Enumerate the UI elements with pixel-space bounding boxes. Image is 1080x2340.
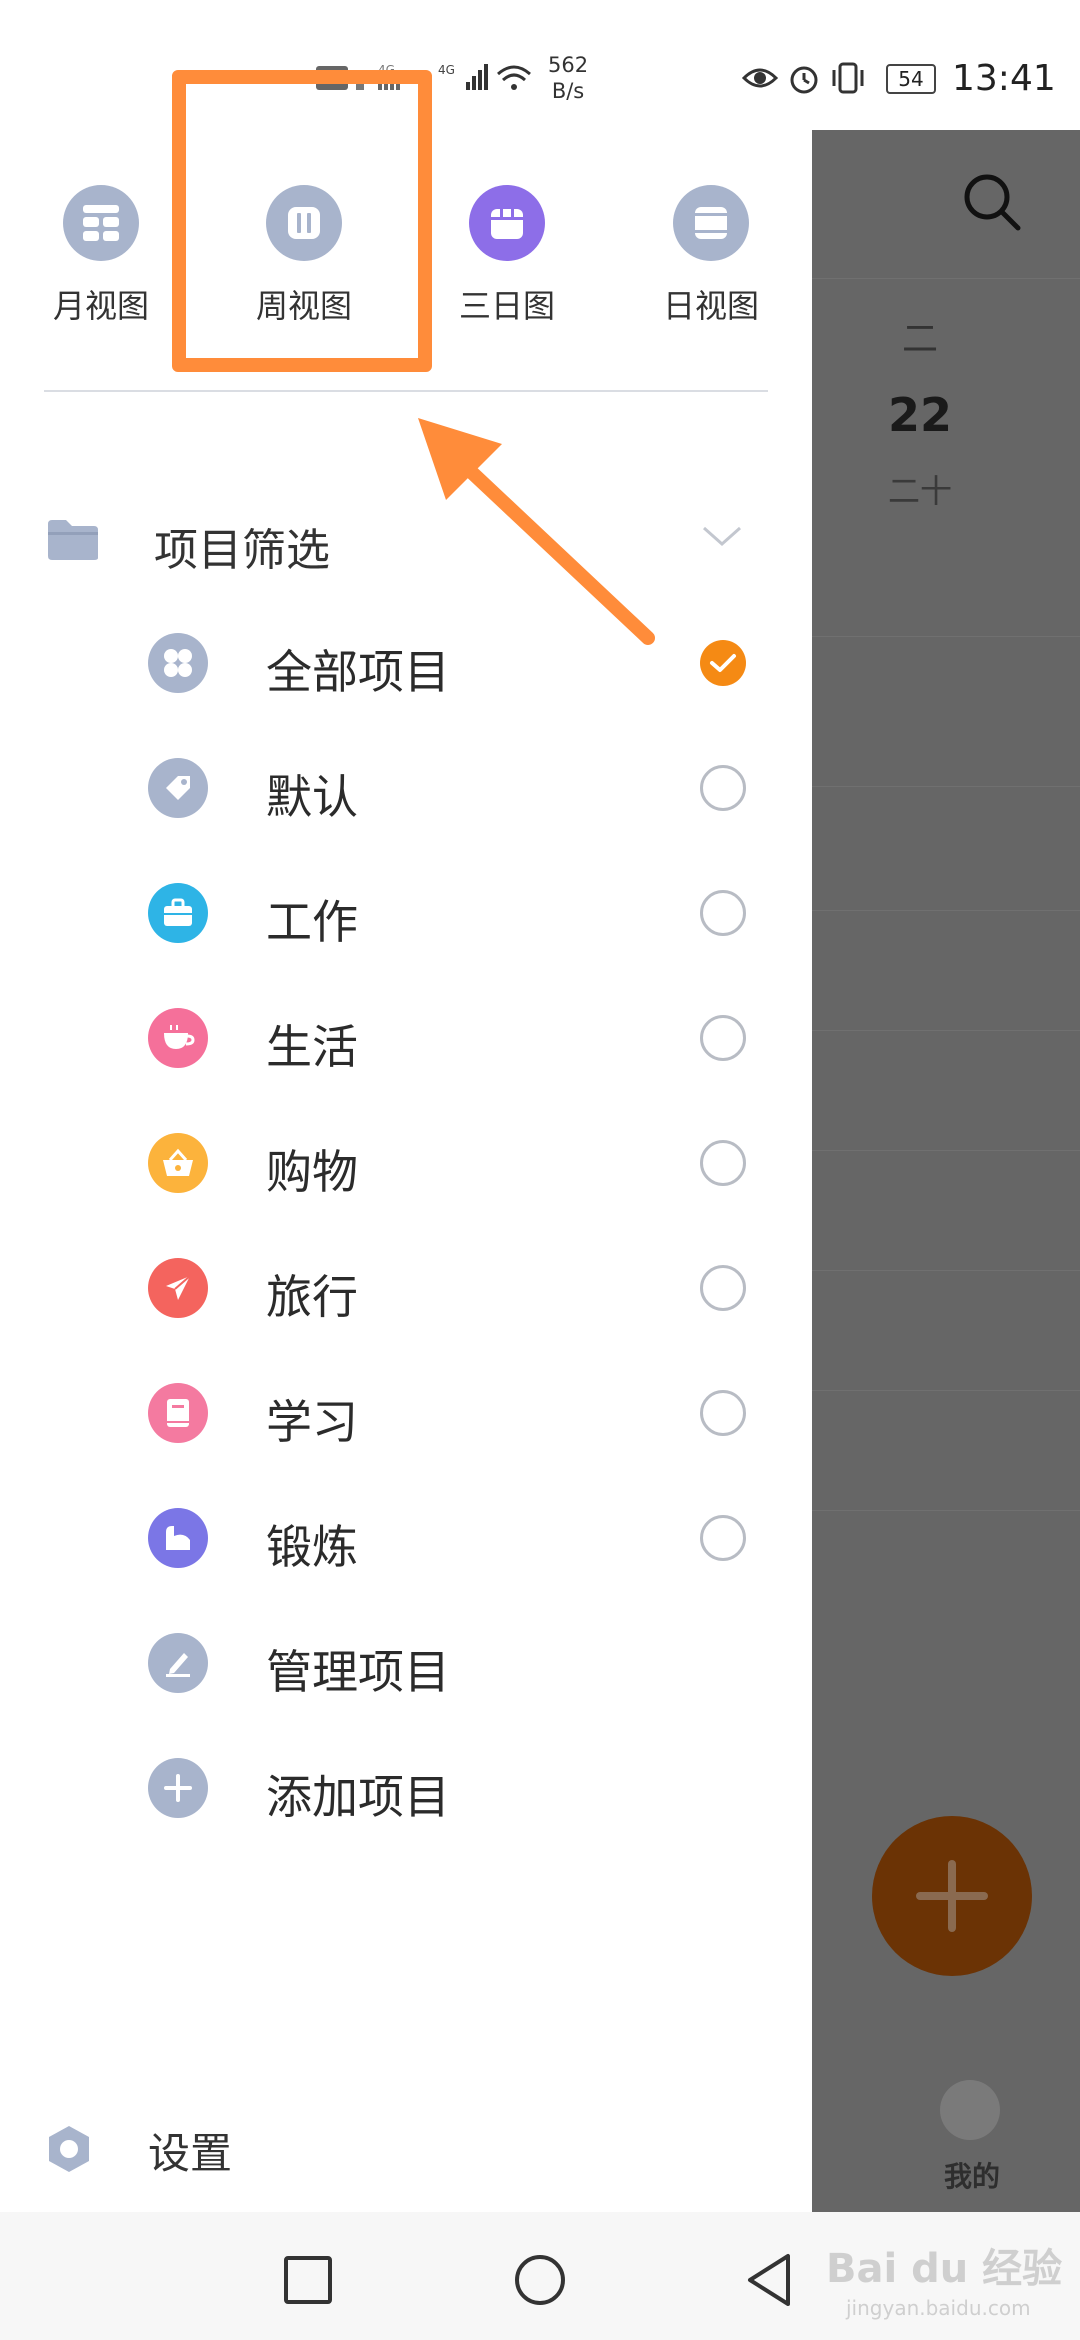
calendar-row-divider <box>812 1390 1080 1391</box>
calendar-row-divider <box>812 1150 1080 1151</box>
list-item-label: 工作 <box>266 895 358 949</box>
network-speed: 562 B/s <box>548 53 589 103</box>
list-item-label: 默认 <box>266 770 358 824</box>
tab-three-day-view-label: 三日图 <box>458 287 555 325</box>
back-icon[interactable] <box>742 2250 802 2310</box>
radio-unchecked[interactable] <box>700 1140 746 1186</box>
settings-button[interactable]: 设置 <box>44 2114 444 2184</box>
calendar-row-divider <box>812 1030 1080 1031</box>
add-event-button[interactable] <box>872 1816 1032 1976</box>
three-day-calendar-icon <box>469 185 545 261</box>
airplane-icon <box>148 1258 208 1318</box>
briefcase-icon <box>148 883 208 943</box>
radio-unchecked[interactable] <box>700 1515 746 1561</box>
radio-unchecked[interactable] <box>700 1015 746 1061</box>
tag-icon <box>148 758 208 818</box>
list-item-label: 旅行 <box>266 1270 358 1324</box>
tab-mine[interactable]: 我的 <box>912 2155 1032 2195</box>
muscle-arm-icon <box>148 1508 208 1568</box>
edit-pencil-icon <box>148 1633 208 1693</box>
eye-icon <box>742 68 779 88</box>
gear-icon <box>49 2126 89 2172</box>
radio-unchecked[interactable] <box>700 1265 746 1311</box>
avatar[interactable] <box>940 2080 1000 2140</box>
manage-projects-label: 管理项目 <box>266 1645 450 1699</box>
list-item-label: 购物 <box>266 1145 358 1199</box>
plus-icon <box>916 1860 988 1932</box>
coffee-cup-icon <box>148 1008 208 1068</box>
add-project-label: 添加项目 <box>266 1770 450 1824</box>
svg-text:4G: 4G <box>438 63 455 77</box>
home-icon[interactable] <box>510 2250 570 2310</box>
radio-unchecked[interactable] <box>700 890 746 936</box>
manage-projects-button[interactable]: 管理项目 <box>148 1628 748 1699</box>
day-view-icon <box>673 185 749 261</box>
day-number: 22 <box>887 388 952 442</box>
radio-unchecked[interactable] <box>700 1390 746 1436</box>
calendar-row-divider <box>812 636 1080 637</box>
list-item-label: 学习 <box>266 1395 358 1449</box>
annotation-arrow <box>418 418 655 645</box>
vibrate-icon <box>832 62 864 94</box>
status-icons <box>742 62 864 94</box>
tab-month-view-label: 月视图 <box>52 287 149 325</box>
list-item[interactable]: 默认 <box>148 753 748 824</box>
list-item[interactable]: 学习 <box>148 1378 748 1449</box>
recent-apps-icon[interactable] <box>278 2250 338 2310</box>
plus-icon <box>148 1758 208 1818</box>
book-icon <box>148 1383 208 1443</box>
system-nav-bar: Bai du 经验 jingyan.baidu.com <box>0 2212 1080 2340</box>
lunar-date: 二十 <box>887 472 952 510</box>
month-grid-icon <box>63 185 139 261</box>
add-project-button[interactable]: 添加项目 <box>148 1753 748 1824</box>
four-petal-icon <box>148 633 208 693</box>
radio-unchecked[interactable] <box>700 765 746 811</box>
list-item[interactable]: 锻炼 <box>148 1503 748 1574</box>
divider <box>44 390 768 392</box>
list-item-label: 锻炼 <box>266 1520 358 1574</box>
radio-checked[interactable] <box>700 640 746 686</box>
alarm-icon <box>790 66 818 94</box>
calendar-row-divider <box>812 910 1080 911</box>
search-icon[interactable] <box>960 170 1024 234</box>
list-item[interactable]: 生活 <box>148 1003 748 1074</box>
calendar-row-divider <box>812 1510 1080 1511</box>
status-bar: 4G 4G 562 B/s 54 13:41 <box>0 0 1080 130</box>
tab-day-view[interactable]: 日视图 <box>636 185 786 327</box>
chevron-down-icon[interactable] <box>702 524 742 548</box>
calendar-row-divider <box>812 278 1080 279</box>
list-item[interactable]: 旅行 <box>148 1253 748 1324</box>
weekday-label: 二 <box>901 319 938 360</box>
calendar-row-divider <box>812 786 1080 787</box>
list-item[interactable]: 购物 <box>148 1128 748 1199</box>
watermark-logo: Bai du 经验 <box>826 2246 1063 2292</box>
watermark-url: jingyan.baidu.com <box>846 2296 1031 2320</box>
list-item[interactable]: 工作 <box>148 878 748 949</box>
tab-day-view-label: 日视图 <box>662 287 759 325</box>
project-filter-title: 项目筛选 <box>154 525 330 576</box>
tab-three-day-view[interactable]: 三日图 <box>432 185 582 327</box>
clock: 13:41 <box>952 58 1056 99</box>
settings-label: 设置 <box>148 2129 233 2178</box>
battery-indicator: 54 <box>886 64 936 94</box>
tab-month-view[interactable]: 月视图 <box>26 185 176 327</box>
shopping-basket-icon <box>148 1133 208 1193</box>
annotation-highlight-box <box>172 70 432 372</box>
list-item-label: 生活 <box>266 1020 358 1074</box>
check-icon <box>710 654 736 672</box>
folder-icon <box>48 520 98 560</box>
calendar-row-divider <box>812 1270 1080 1271</box>
